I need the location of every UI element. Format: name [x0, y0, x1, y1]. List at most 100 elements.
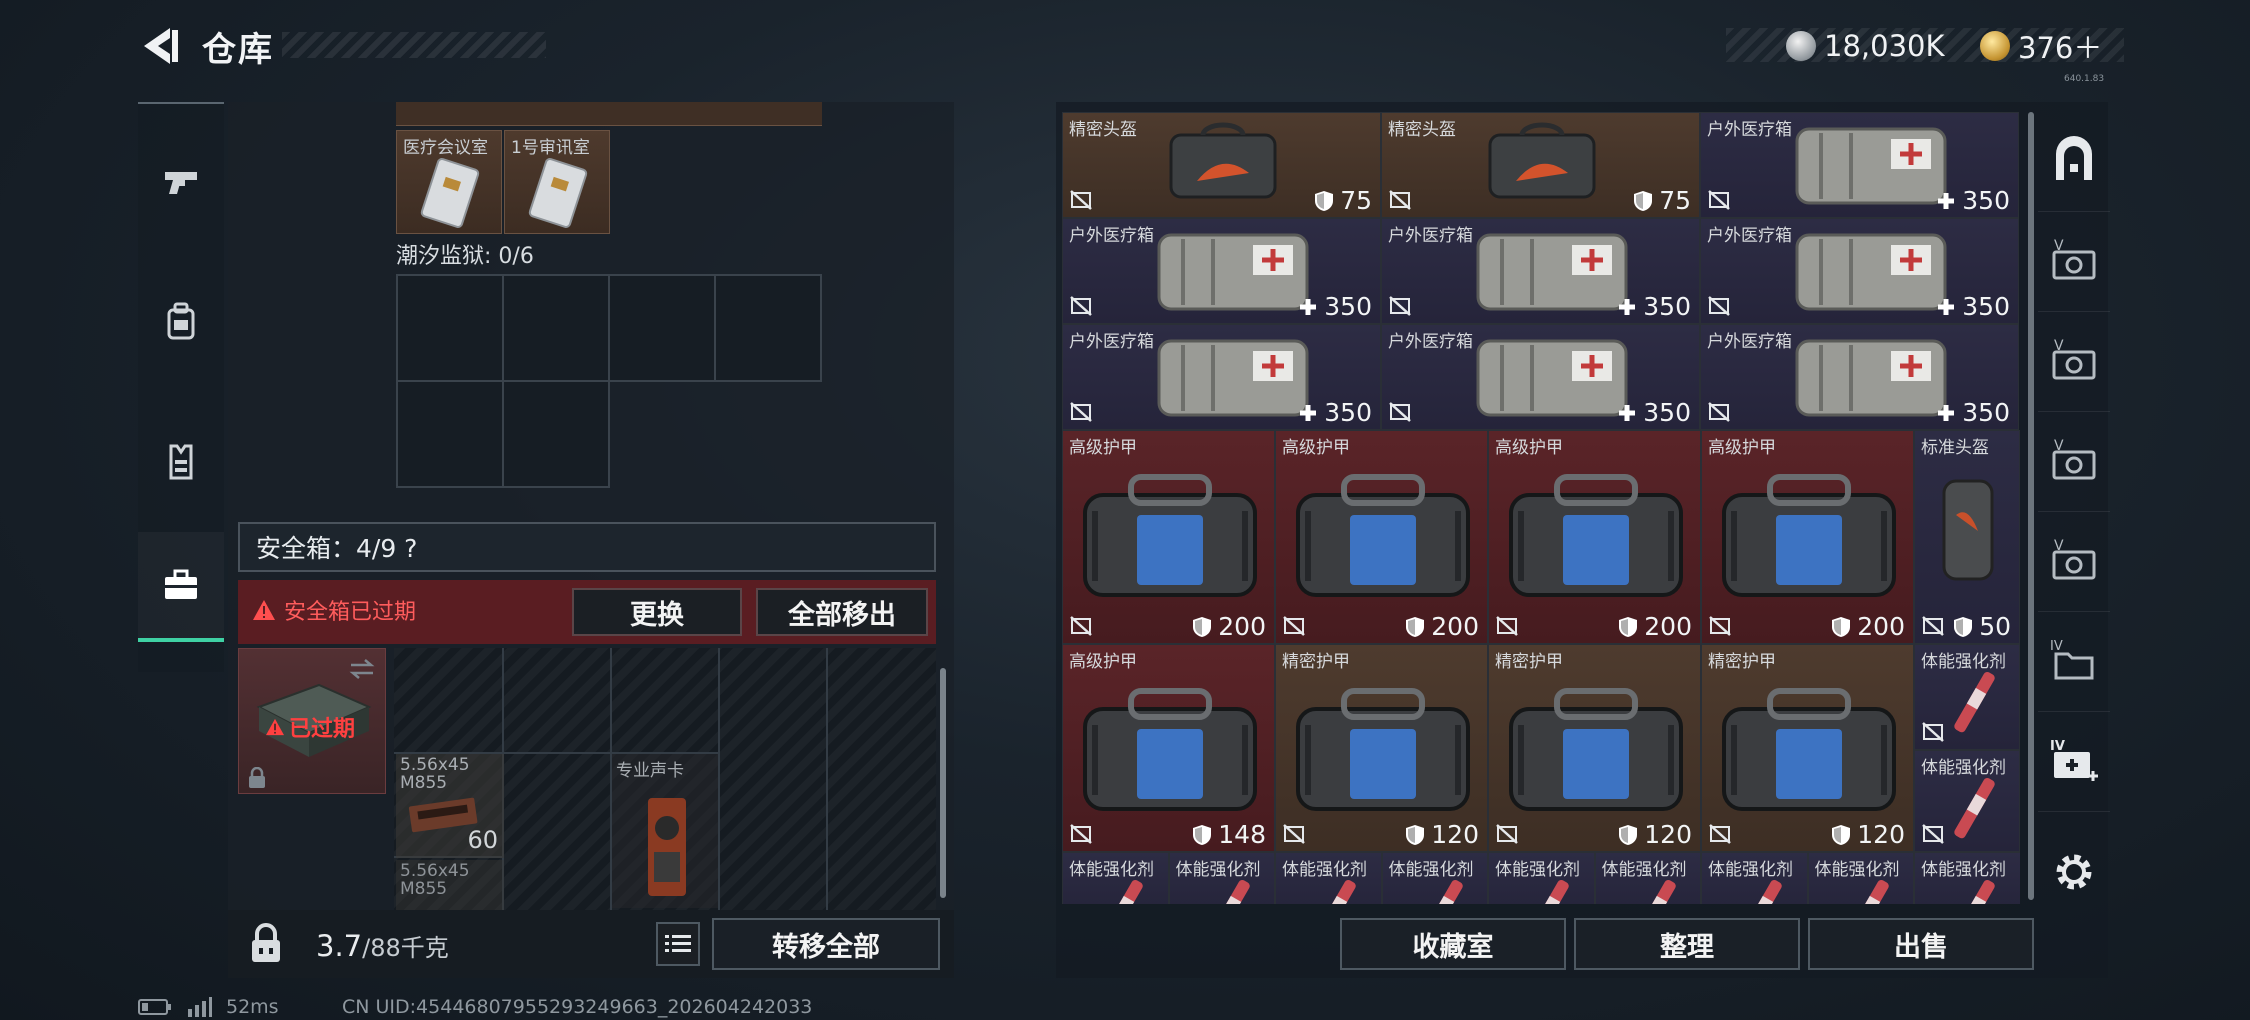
gold-amount[interactable]: 376＋ [2018, 25, 2102, 67]
armor-icon [1508, 688, 1683, 811]
untradable-icon [1283, 616, 1305, 636]
item-value: 350 [1298, 292, 1372, 321]
svg-text:V: V [2054, 238, 2064, 254]
stash-item-slot[interactable]: 标准头盔 50 [1914, 430, 2020, 644]
lock-button[interactable] [246, 922, 286, 966]
item-value-text: 200 [1644, 612, 1692, 641]
safebox-scrollbar[interactable] [940, 668, 946, 898]
empty-keycard-slot[interactable] [502, 274, 610, 382]
ping-text: 52ms [226, 996, 279, 1018]
vault-v-icon: V [2052, 538, 2096, 579]
stash-item-slot[interactable]: 精密护甲 120 [1701, 644, 1914, 852]
list-view-button[interactable] [656, 922, 700, 966]
cropped-item-row [396, 102, 822, 126]
stash-tab-v2[interactable]: V [2038, 312, 2110, 412]
untradable-icon [1070, 190, 1092, 210]
medical-kit-icon [1157, 339, 1308, 417]
nav-safebox[interactable] [138, 532, 224, 642]
settings-button[interactable] [2038, 822, 2110, 922]
stash-item-slot[interactable]: 精密护甲 120 [1275, 644, 1488, 852]
stash-item-slot[interactable]: 高级护甲 148 [1062, 644, 1275, 852]
stash-item-slot[interactable]: 高级护甲 200 [1062, 430, 1275, 644]
stash-tab-iv[interactable]: IV [2038, 612, 2110, 712]
armor-icon [1295, 474, 1470, 597]
lock-icon [249, 767, 265, 788]
stash-item-slot[interactable]: 高级护甲 200 [1488, 430, 1701, 644]
ammo-item[interactable]: 5.56x45 M855 [396, 860, 504, 910]
item-value-text: 120 [1431, 820, 1479, 849]
move-all-out-button[interactable]: 全部移出 [756, 588, 928, 636]
untradable-icon [1709, 824, 1731, 844]
empty-keycard-slot[interactable] [396, 274, 504, 382]
item-name: 体能强化剂 [1921, 860, 2006, 880]
stash-tab-v3[interactable]: V [2038, 412, 2110, 512]
stash-scrollbar[interactable] [2028, 112, 2034, 900]
untradable-icon [1070, 616, 1092, 636]
stash-tab-v4[interactable]: V [2038, 512, 2110, 612]
stash-item-slot[interactable]: 体能强化剂 [1488, 852, 1595, 904]
stash-grid: 精密头盔 75 精密头盔 75 户外医疗箱 350 户外医疗箱 350 户外医疗箱 350 户外医疗… [1062, 112, 2020, 904]
stash-item-slot[interactable]: 户外医疗箱 350 [1700, 218, 2019, 324]
stash-item-slot[interactable]: 体能强化剂 [1914, 644, 2020, 750]
stash-item-slot[interactable]: 体能强化剂 [1594, 852, 1701, 904]
gold-currency[interactable]: 376＋ [1980, 26, 2102, 66]
stash-item-slot[interactable]: 体能强化剂 [1062, 852, 1169, 904]
expired-badge: 已过期 [265, 711, 355, 743]
empty-keycard-slot[interactable] [502, 380, 610, 488]
back-button[interactable] [136, 24, 184, 68]
stash-tab-add[interactable]: IV [2038, 712, 2110, 812]
safebox-item[interactable]: 已过期 [238, 648, 386, 794]
stash-item-slot[interactable]: 户外医疗箱 350 [1062, 218, 1381, 324]
user-uid: CN UID:45446807955293249663_202604242033 [342, 996, 813, 1018]
sell-button[interactable]: 出售 [1808, 918, 2034, 970]
stash-item-slot[interactable]: 户外医疗箱 350 [1700, 324, 2019, 430]
armor-icon [1508, 474, 1683, 597]
keycard-slot[interactable]: 1号审讯室 [504, 130, 610, 234]
stash-item-slot[interactable]: 体能强化剂 [1168, 852, 1275, 904]
item-value-text: 148 [1218, 820, 1266, 849]
stash-item-slot[interactable]: 户外医疗箱 350 [1062, 324, 1381, 430]
item-name: 体能强化剂 [1601, 860, 1687, 880]
stash-item-slot[interactable]: 体能强化剂 [1914, 750, 2020, 852]
ammo-item[interactable]: 5.56x45 M855 60 [396, 754, 504, 858]
durability-shield-icon [1406, 616, 1425, 637]
stash-item-slot[interactable]: 户外医疗箱 350 [1381, 324, 1700, 430]
svg-text:V: V [2054, 538, 2064, 554]
collection-room-button[interactable]: 收藏室 [1340, 918, 1566, 970]
page-title: 仓库 [202, 30, 274, 70]
untradable-icon [1389, 402, 1411, 422]
stash-item-slot[interactable]: 体能强化剂 [1381, 852, 1488, 904]
replace-safebox-button[interactable]: 更换 [572, 588, 742, 636]
empty-keycard-slot[interactable] [608, 274, 716, 382]
stash-tab-main[interactable] [2038, 112, 2110, 212]
stash-item-slot[interactable]: 体能强化剂 [1275, 852, 1382, 904]
transfer-all-button[interactable]: 转移全部 [712, 918, 940, 970]
item-name: 高级护甲 [1069, 438, 1137, 458]
stash-item-slot[interactable]: 高级护甲 200 [1275, 430, 1488, 644]
stash-item-slot[interactable]: 体能强化剂 [1914, 852, 2020, 904]
stash-item-slot[interactable]: 精密护甲 120 [1488, 644, 1701, 852]
weight-current: 3.7 [316, 929, 363, 963]
item-value-text: 120 [1644, 820, 1692, 849]
stash-item-slot[interactable]: 体能强化剂 [1807, 852, 1914, 904]
stash-item-slot[interactable]: 体能强化剂 [1701, 852, 1808, 904]
item-value: 148 [1192, 820, 1266, 849]
item-name: 体能强化剂 [1708, 860, 1793, 880]
nav-backpack[interactable] [138, 274, 224, 370]
stash-item-slot[interactable]: 精密头盔 75 [1062, 112, 1381, 218]
stash-tab-v1[interactable]: V [2038, 212, 2110, 312]
stash-item-slot[interactable]: 户外医疗箱 350 [1381, 218, 1700, 324]
keycard-slot[interactable]: 医疗会议室 [396, 130, 502, 234]
nav-vest[interactable] [138, 414, 224, 510]
medical-kit-icon [1157, 233, 1308, 311]
stash-item-slot[interactable]: 高级护甲 200 [1701, 430, 1914, 644]
stash-item-slot[interactable]: 户外医疗箱 350 [1700, 112, 2019, 218]
safebox-capacity-bar[interactable]: 安全箱：4/9 ? [238, 522, 936, 572]
empty-keycard-slot[interactable] [714, 274, 822, 382]
organize-button[interactable]: 整理 [1574, 918, 1800, 970]
nav-weapons[interactable] [138, 134, 224, 230]
heal-plus-icon [1619, 404, 1636, 421]
stash-item-slot[interactable]: 精密头盔 75 [1381, 112, 1700, 218]
sound-card-item[interactable]: 专业声卡 [612, 754, 718, 908]
empty-keycard-slot[interactable] [396, 380, 504, 488]
